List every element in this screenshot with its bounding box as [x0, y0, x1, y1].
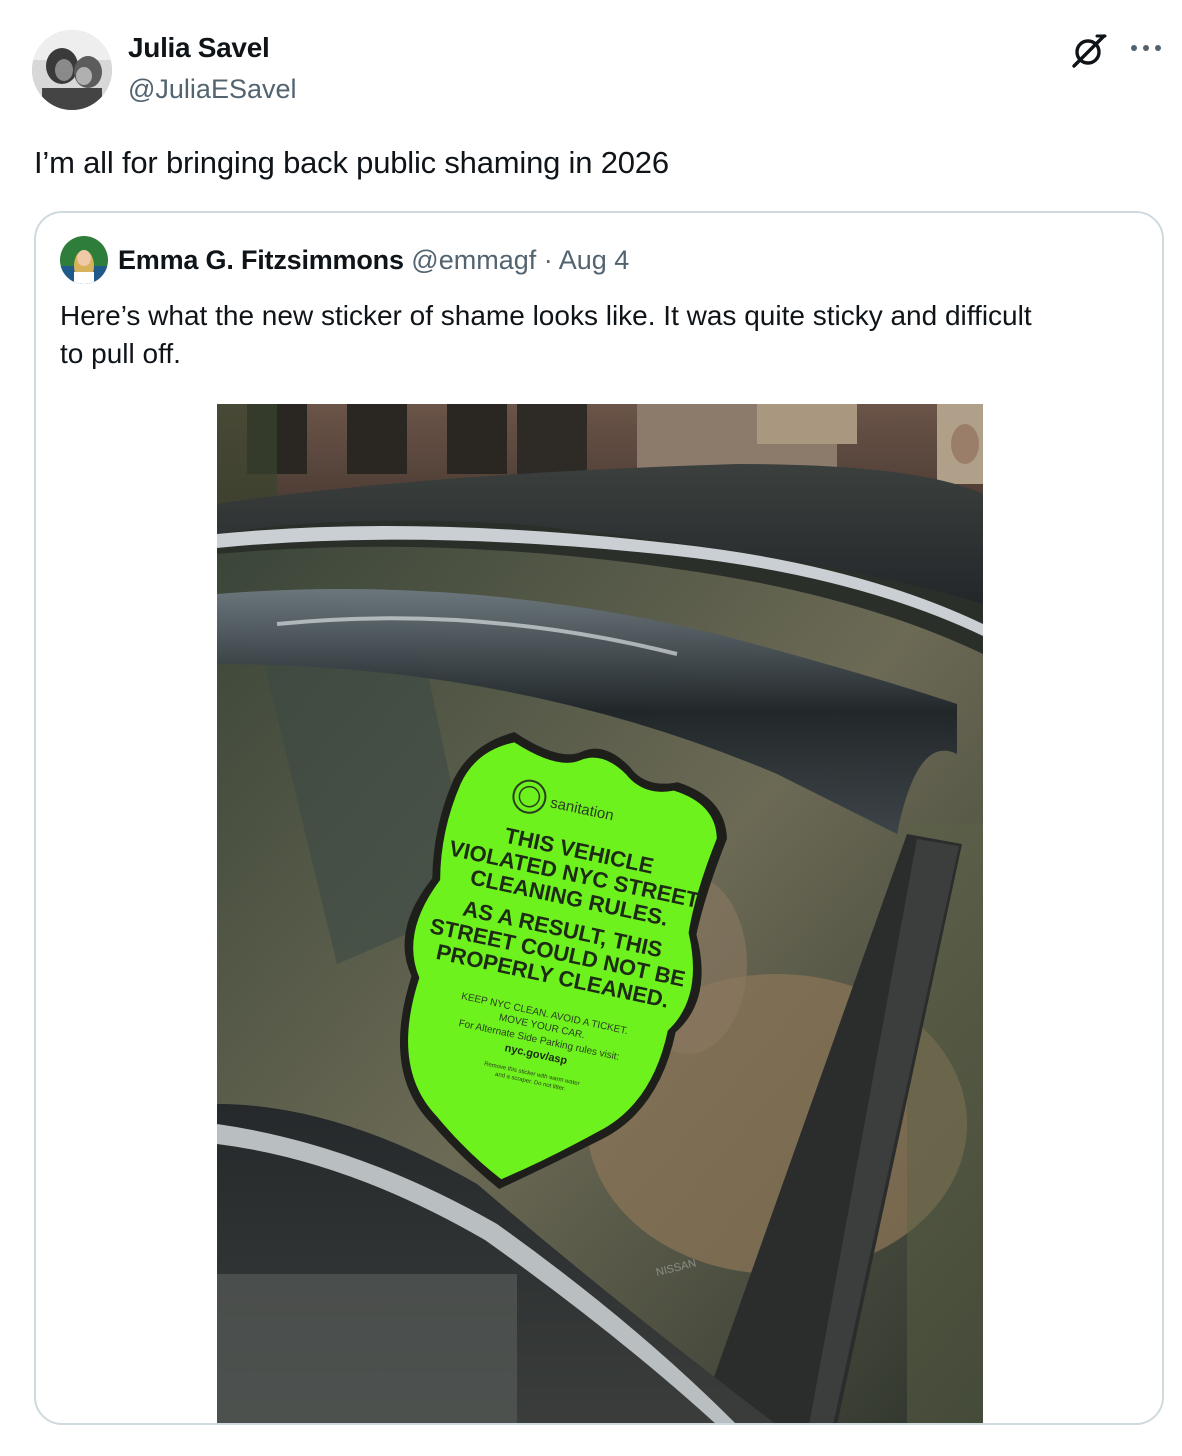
tweet: Julia Savel @JuliaESavel I’m all for bri…: [0, 0, 1182, 1456]
quoted-display-name[interactable]: Emma G. Fitzsimmons: [118, 245, 404, 275]
quoted-tweet[interactable]: Emma G. Fitzsimmons @emmagf · Aug 4 Here…: [34, 211, 1164, 1425]
tweet-text: I’m all for bringing back public shaming…: [34, 145, 669, 180]
author-avatar[interactable]: [32, 30, 112, 110]
quoted-text: Here’s what the new sticker of shame loo…: [60, 300, 1032, 369]
quoted-header: Emma G. Fitzsimmons @emmagf · Aug 4: [118, 245, 629, 276]
quoted-photo[interactable]: NISSAN sanitation THIS VEHICLE VIOLATED …: [217, 404, 983, 1423]
quoted-separator: ·: [536, 245, 559, 275]
quoted-author-avatar[interactable]: [60, 236, 108, 284]
more-icon[interactable]: [1128, 38, 1164, 58]
quoted-handle[interactable]: @emmagf: [411, 245, 536, 275]
author-handle[interactable]: @JuliaESavel: [128, 74, 297, 105]
quoted-date[interactable]: Aug 4: [559, 245, 630, 275]
grok-icon[interactable]: [1068, 30, 1110, 72]
author-display-name[interactable]: Julia Savel: [128, 32, 270, 64]
